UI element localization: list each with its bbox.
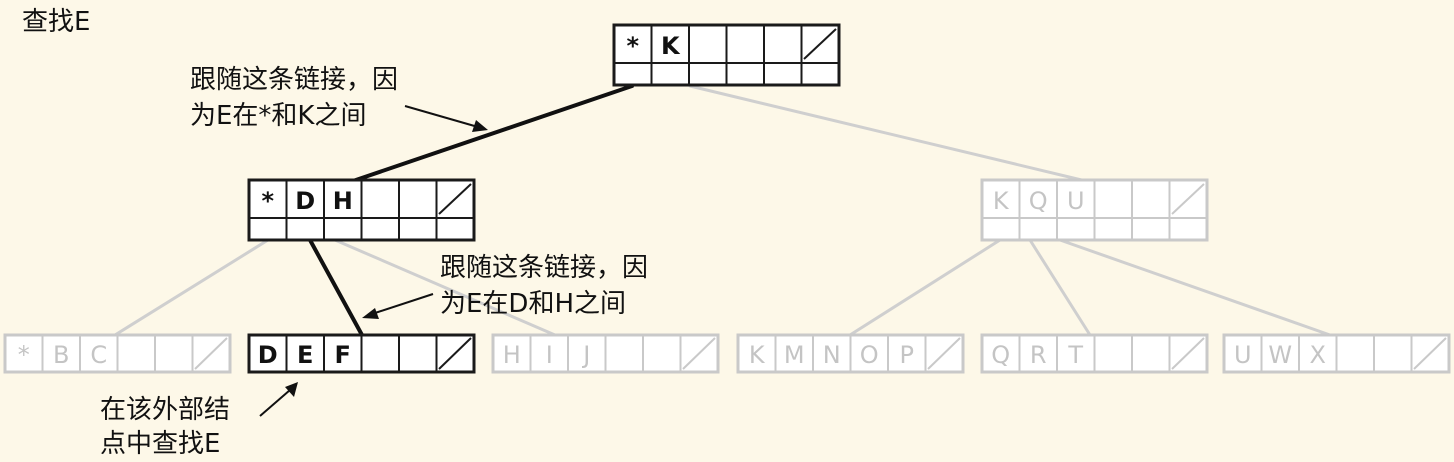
node-key: * (626, 32, 639, 60)
node-leaf2: D E F (247, 333, 476, 374)
node-key: K (661, 32, 681, 60)
note-root-follow: 跟随这条链接，因 为E在*和K之间 (190, 65, 398, 131)
node-leaf6: U W X (1222, 333, 1451, 374)
node-leaf3: H I J (491, 333, 720, 374)
node-key: R (1030, 341, 1047, 369)
node-key: * (18, 341, 30, 369)
arrowhead-icon (362, 308, 379, 319)
note-line: 跟随这条链接，因 (440, 253, 648, 283)
edge-left-leaf2 (308, 238, 364, 337)
node-key: B (53, 341, 69, 369)
node-leaf5: Q R T (980, 333, 1209, 374)
node-right: K Q U (980, 178, 1209, 242)
node-key: Q (991, 341, 1010, 369)
edge-right-leaf4 (848, 238, 1002, 337)
node-key: F (335, 341, 351, 369)
note-line: 为E在D和H之间 (440, 289, 626, 319)
node-key: K (993, 187, 1010, 215)
note-leaf-search: 在该外部结 点中查找E (100, 395, 230, 459)
node-key: X (1310, 341, 1326, 369)
node-key: C (90, 341, 107, 369)
node-key: I (546, 341, 553, 369)
node-root: * K (612, 23, 841, 87)
node-key: W (1268, 341, 1292, 369)
node-leaf1: * B C (3, 333, 232, 374)
node-leaf4: K M N O P (736, 333, 965, 374)
diagram-title: 查找E (22, 7, 90, 37)
node-key: U (1234, 341, 1252, 369)
arrowhead-icon (285, 382, 298, 397)
node-key: M (784, 341, 805, 369)
node-key: J (581, 341, 590, 369)
edge-root-right (688, 84, 1092, 184)
edge-right-leaf5 (1028, 238, 1092, 337)
arrow-mid-note (371, 293, 434, 315)
node-key: N (823, 341, 841, 369)
node-key: D (258, 341, 278, 369)
node-key: P (900, 341, 914, 369)
arrowhead-icon (472, 120, 488, 132)
node-key: K (749, 341, 766, 369)
node-key: D (295, 187, 315, 215)
arrow-leaf-note (259, 389, 291, 417)
note-mid-follow: 跟随这条链接，因 为E在D和H之间 (440, 253, 648, 319)
node-left: * D H (247, 178, 476, 242)
note-line: 在该外部结 (100, 395, 230, 425)
node-key: E (297, 341, 313, 369)
node-key: T (1067, 341, 1083, 369)
edge-root-left (348, 84, 634, 184)
node-key: U (1067, 187, 1085, 215)
edge-right-leaf6 (1058, 238, 1332, 337)
node-key: Q (1029, 187, 1048, 215)
node-key: H (333, 187, 353, 215)
b-tree-search-diagram: * K * D H K Q U * B C D E F H I J K M N … (3, 7, 1451, 459)
node-key: * (261, 187, 274, 215)
note-line: 点中查找E (100, 429, 220, 459)
node-key: H (503, 341, 521, 369)
edge-left-leaf1 (113, 238, 270, 337)
note-line: 为E在*和K之间 (190, 101, 366, 131)
note-line: 跟随这条链接，因 (190, 65, 398, 95)
node-key: O (860, 341, 879, 369)
arrow-root-note (404, 105, 479, 128)
